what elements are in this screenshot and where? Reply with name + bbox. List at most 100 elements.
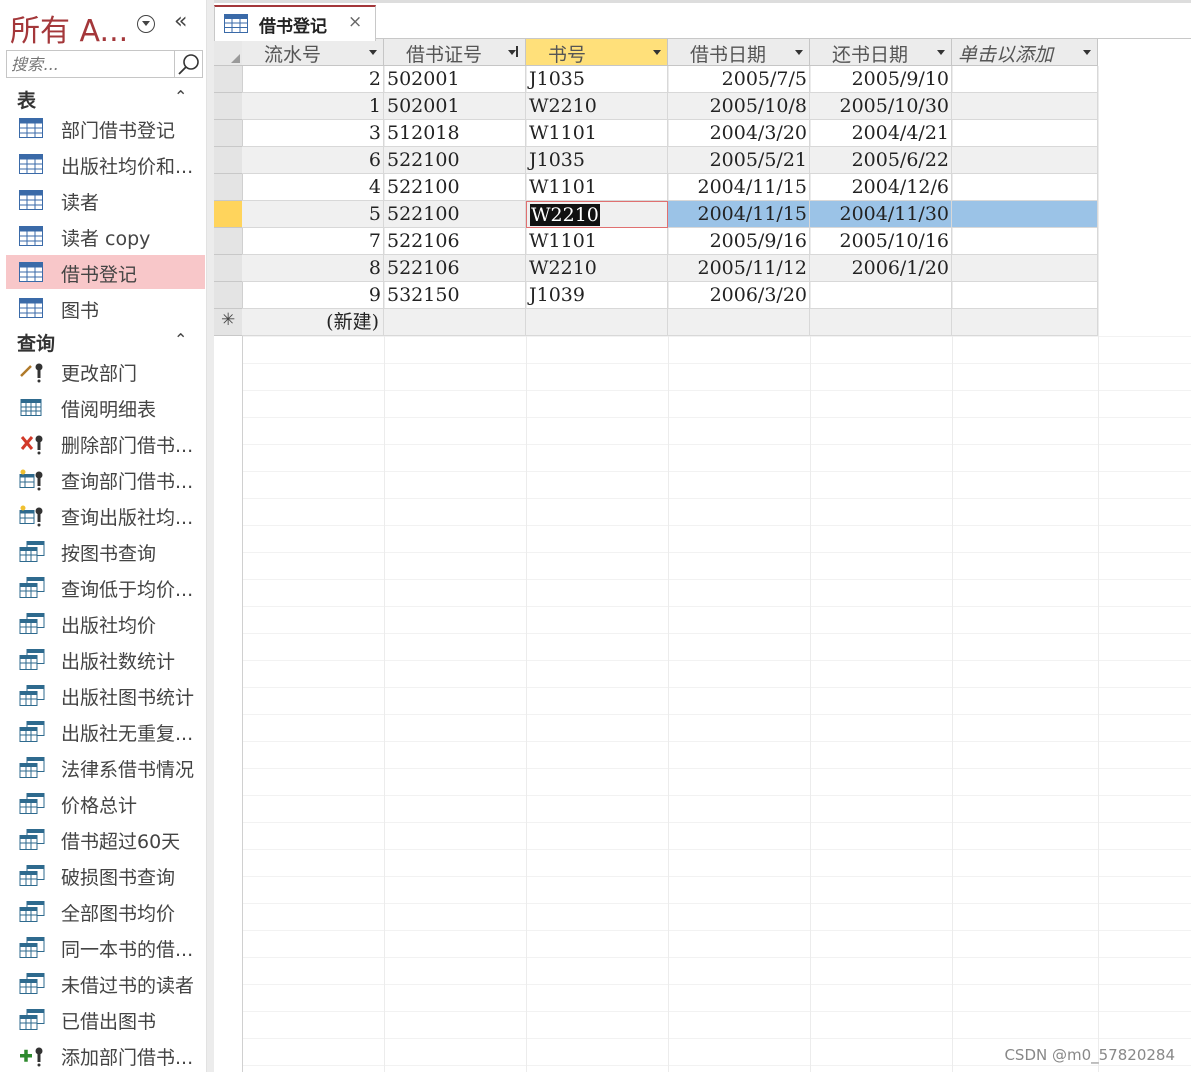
column-header-borrow-date[interactable]: 借书日期 [668, 39, 810, 66]
column-header-serial[interactable]: 流水号 [242, 39, 384, 66]
chevron-down-icon[interactable] [937, 50, 945, 55]
nav-query-item[interactable]: 添加部门借书... [6, 1038, 205, 1072]
nav-query-item[interactable]: 未借过书的读者 [6, 966, 205, 1000]
nav-query-item[interactable]: 删除部门借书... [6, 426, 205, 460]
table-cell[interactable]: 2005/10/30 [810, 93, 952, 120]
nav-query-item[interactable]: 查询低于均价... [6, 570, 205, 604]
table-cell[interactable]: 2005/10/16 [810, 228, 952, 255]
nav-table-item[interactable]: 借书登记 [6, 255, 205, 289]
table-cell[interactable] [810, 309, 952, 336]
chevron-down-icon[interactable] [795, 50, 803, 55]
record-selector[interactable] [214, 201, 242, 228]
table-cell[interactable]: 2005/5/21 [668, 147, 810, 174]
table-cell[interactable]: 4 [242, 174, 384, 201]
select-all-corner[interactable] [214, 39, 242, 66]
record-selector[interactable] [214, 174, 242, 201]
search-icon[interactable] [174, 51, 202, 77]
table-cell[interactable]: (新建) [242, 309, 384, 336]
table-cell[interactable]: 2005/9/16 [668, 228, 810, 255]
table-cell[interactable]: 522100 [384, 174, 526, 201]
nav-query-item[interactable]: 借阅明细表 [6, 390, 205, 424]
section-collapse-icon[interactable]: ⌃ [174, 87, 187, 106]
table-cell[interactable]: 2005/10/8 [668, 93, 810, 120]
column-header-book-no[interactable]: 书号 [526, 39, 668, 66]
table-cell[interactable] [668, 309, 810, 336]
table-cell[interactable] [952, 201, 1098, 228]
table-cell[interactable]: 2004/11/15 [668, 201, 810, 228]
column-header-return-date[interactable]: 还书日期 [810, 39, 952, 66]
table-cell[interactable]: 522100 [384, 147, 526, 174]
table-cell[interactable] [952, 93, 1098, 120]
table-cell[interactable]: 522100 [384, 201, 526, 228]
nav-query-item[interactable]: 已借出图书 [6, 1002, 205, 1036]
table-cell[interactable]: 5 [242, 201, 384, 228]
nav-query-item[interactable]: 出版社无重复... [6, 714, 205, 748]
table-cell[interactable]: 9 [242, 282, 384, 309]
table-cell[interactable] [952, 147, 1098, 174]
table-cell[interactable] [952, 174, 1098, 201]
queries-section-header[interactable]: 查询 ⌃ [0, 326, 206, 356]
table-cell[interactable]: 2005/11/12 [668, 255, 810, 282]
nav-query-item[interactable]: 出版社均价 [6, 606, 205, 640]
record-selector[interactable] [214, 66, 242, 93]
table-cell[interactable]: 2005/6/22 [810, 147, 952, 174]
table-cell[interactable]: 2004/3/20 [668, 120, 810, 147]
table-cell[interactable]: 2004/11/30 [810, 201, 952, 228]
table-cell[interactable]: 6 [242, 147, 384, 174]
tables-section-header[interactable]: 表 ⌃ [0, 83, 206, 113]
nav-query-item[interactable]: 全部图书均价 [6, 894, 205, 928]
table-cell[interactable]: 2 [242, 66, 384, 93]
table-cell[interactable] [952, 255, 1098, 282]
nav-query-item[interactable]: 出版社数统计 [6, 642, 205, 676]
chevron-down-icon[interactable] [1083, 50, 1091, 55]
table-cell[interactable]: 7 [242, 228, 384, 255]
table-cell[interactable]: 2005/9/10 [810, 66, 952, 93]
table-cell[interactable] [384, 309, 526, 336]
table-cell[interactable]: 3 [242, 120, 384, 147]
nav-query-item[interactable]: 更改部门 [6, 354, 205, 388]
table-cell[interactable]: W1101 [526, 120, 668, 147]
record-selector[interactable] [214, 255, 242, 282]
nav-table-item[interactable]: 读者 [6, 183, 205, 217]
record-selector[interactable] [214, 228, 242, 255]
nav-menu-dropdown-icon[interactable] [137, 15, 155, 33]
table-cell[interactable] [952, 120, 1098, 147]
chevron-down-icon[interactable] [369, 50, 377, 55]
nav-pane-title[interactable]: 所有 A... [10, 6, 128, 50]
table-cell[interactable] [952, 66, 1098, 93]
column-header-add-field[interactable]: 单击以添加 [952, 39, 1098, 66]
table-cell[interactable] [810, 282, 952, 309]
table-cell[interactable]: 532150 [384, 282, 526, 309]
nav-table-item[interactable]: 出版社均价和... [6, 147, 205, 181]
table-cell[interactable] [952, 309, 1098, 336]
table-cell[interactable]: 502001 [384, 66, 526, 93]
nav-query-item[interactable]: 出版社图书统计 [6, 678, 205, 712]
filter-dropdown-icon[interactable] [508, 46, 518, 57]
table-cell[interactable]: 2005/7/5 [668, 66, 810, 93]
record-selector[interactable] [214, 120, 242, 147]
table-cell[interactable]: W1101 [526, 228, 668, 255]
table-cell[interactable] [952, 282, 1098, 309]
table-cell[interactable]: J1039 [526, 282, 668, 309]
nav-query-item[interactable]: 价格总计 [6, 786, 205, 820]
nav-query-item[interactable]: 按图书查询 [6, 534, 205, 568]
nav-table-item[interactable]: 图书 [6, 291, 205, 325]
table-cell[interactable]: J1035 [526, 147, 668, 174]
table-cell[interactable]: 512018 [384, 120, 526, 147]
tab-borrow-register[interactable]: 借书登记 × [214, 5, 376, 41]
new-record-selector[interactable]: ✳ [214, 309, 242, 336]
nav-query-item[interactable]: 破损图书查询 [6, 858, 205, 892]
table-cell[interactable]: 502001 [384, 93, 526, 120]
chevron-down-icon[interactable] [653, 50, 661, 55]
close-tab-icon[interactable]: × [348, 12, 362, 32]
table-cell[interactable]: W2210 [526, 201, 668, 228]
table-cell[interactable]: J1035 [526, 66, 668, 93]
collapse-pane-icon[interactable]: « [174, 10, 187, 34]
table-cell[interactable]: 2004/4/21 [810, 120, 952, 147]
nav-table-item[interactable]: 部门借书登记 [6, 111, 205, 145]
nav-query-item[interactable]: 法律系借书情况 [6, 750, 205, 784]
table-cell[interactable]: 8 [242, 255, 384, 282]
table-cell[interactable]: 1 [242, 93, 384, 120]
table-cell[interactable] [952, 228, 1098, 255]
nav-query-item[interactable]: 同一本书的借... [6, 930, 205, 964]
